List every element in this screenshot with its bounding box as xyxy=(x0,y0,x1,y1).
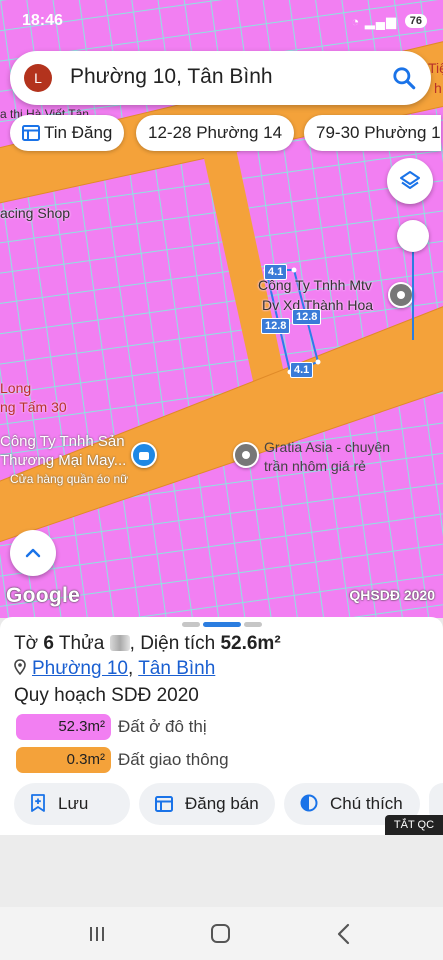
parcel-number-redacted xyxy=(109,635,130,651)
dimension-bottom: 4.1 xyxy=(290,362,314,378)
bookmark-add-icon xyxy=(31,794,45,812)
land-use-label: Đất giao thông xyxy=(118,750,229,769)
post-sale-button-label: Đăng bán xyxy=(185,794,259,813)
chip-listings[interactable]: Tin Đăng xyxy=(10,115,125,151)
chevron-up-icon xyxy=(25,548,41,558)
edge-label-mid: h xyxy=(434,80,442,96)
place-label-gratia-line2[interactable]: trần nhôm giá rẻ xyxy=(264,458,366,475)
place-label-long[interactable]: Long xyxy=(0,380,31,397)
listing-icon xyxy=(22,125,40,141)
chip-listings-label: Tin Đăng xyxy=(44,123,113,142)
area-label: Diện tích xyxy=(140,633,216,654)
ad-area xyxy=(0,835,443,907)
sheet-label: Tờ xyxy=(14,633,39,654)
dimension-left: 12.8 xyxy=(261,318,291,334)
location-pin-icon xyxy=(14,659,26,675)
place-label-company-2-line2[interactable]: Thương Mại May... xyxy=(0,452,126,469)
land-use-area: 52.3m² xyxy=(16,714,111,740)
post-sale-button[interactable]: Đăng bán xyxy=(139,783,275,825)
place-label-gratia-line1[interactable]: Gratia Asia - chuyên xyxy=(264,439,390,456)
search-bar[interactable]: L Phường 10, Tân Bình xyxy=(10,51,431,105)
save-button[interactable]: Lưu xyxy=(14,783,130,825)
opacity-slider-handle[interactable] xyxy=(397,220,429,252)
area-value: 52.6m² xyxy=(220,633,281,654)
sheet-page-indicator[interactable] xyxy=(182,622,262,627)
map-pin-gratia-icon[interactable] xyxy=(233,442,259,468)
parcel-info-sheet[interactable]: Tờ 6 Thửa , Diện tích 52.6m² Phường 10, … xyxy=(0,617,443,835)
dimension-top: 4.1 xyxy=(264,264,288,280)
dimension-right: 12.8 xyxy=(292,309,322,325)
place-label-company-2-line1[interactable]: Công Ty Tnhh Sản xyxy=(0,433,125,450)
search-icon[interactable] xyxy=(391,65,417,91)
signal-icon: ◔ ▂▄▆ xyxy=(351,14,397,29)
layers-icon xyxy=(400,171,420,189)
save-button-label: Lưu xyxy=(58,794,89,813)
search-query[interactable]: Phường 10, Tân Bình xyxy=(70,65,273,89)
status-bar: 18:46 ◔ ▂▄▆ 76 xyxy=(0,0,443,44)
place-label-com-tam[interactable]: ng Tấm 30 xyxy=(0,399,67,416)
close-ad-button[interactable]: TẮT QC xyxy=(385,815,443,835)
parcel-title: Tờ 6 Thửa , Diện tích 52.6m² xyxy=(14,633,281,654)
home-icon[interactable] xyxy=(205,921,235,947)
map-pin-company-1-icon[interactable] xyxy=(388,282,414,308)
land-plan-title: Quy hoạch SDĐ 2020 xyxy=(14,685,199,706)
place-label-racing-shop[interactable]: acing Shop xyxy=(0,205,70,222)
contrast-icon xyxy=(300,794,318,812)
place-label-clothes-shop[interactable]: Cửa hàng quần áo nữ xyxy=(10,471,128,488)
chip-recent-search-2[interactable]: 79-30 Phường 1 xyxy=(304,115,441,151)
opacity-slider-track[interactable] xyxy=(412,250,414,340)
recent-apps-icon[interactable] xyxy=(82,921,112,947)
address-separator: , xyxy=(127,658,134,679)
parcel-label: Thửa xyxy=(58,633,105,654)
ward-link[interactable]: Phường 10 xyxy=(32,658,128,679)
shop-pin-icon[interactable] xyxy=(131,442,157,468)
chip-recent-search-1[interactable]: 12-28 Phường 14 xyxy=(136,115,295,151)
sheet-number: 6 xyxy=(43,633,54,654)
status-time: 18:46 xyxy=(22,12,63,29)
system-nav-bar xyxy=(0,907,443,960)
listing-icon xyxy=(155,796,173,812)
back-icon[interactable] xyxy=(330,921,360,947)
land-use-area: 0.3m² xyxy=(16,747,111,773)
account-avatar[interactable]: L xyxy=(24,64,52,92)
map-view[interactable]: 18:46 ◔ ▂▄▆ 76 a thị Hà Viết Tân Tiệ h a… xyxy=(0,0,443,618)
parcel-address: Phường 10, Tân Bình xyxy=(14,658,215,680)
expand-button[interactable] xyxy=(10,530,56,576)
district-link[interactable]: Tân Bình xyxy=(138,658,215,679)
battery-indicator: 76 xyxy=(404,14,427,28)
layer-badge: QHSDĐ 2020 xyxy=(349,587,435,603)
google-logo: Google xyxy=(6,584,81,607)
chip-recent-search-1-label: 12-28 Phường 14 xyxy=(148,123,283,142)
layers-button[interactable] xyxy=(387,158,433,204)
chip-recent-search-2-label: 79-30 Phường 1 xyxy=(316,123,441,142)
legend-button-label: Chú thích xyxy=(330,794,403,813)
land-use-label: Đất ở đô thị xyxy=(118,717,207,736)
